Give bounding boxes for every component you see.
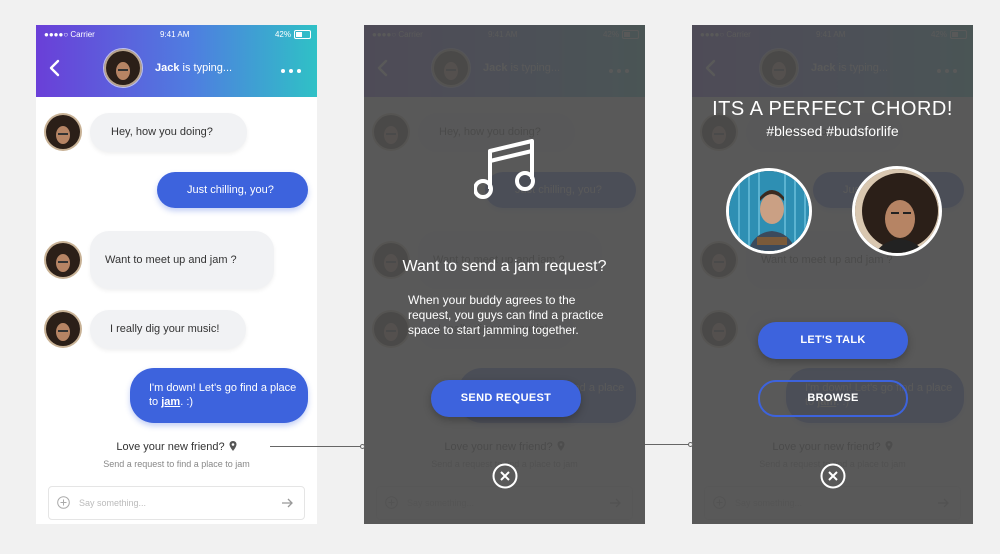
love-prompt-title: Love your new friend? bbox=[116, 441, 225, 453]
contact-status: Jack is typing... bbox=[155, 62, 232, 74]
back-icon[interactable] bbox=[46, 58, 64, 78]
send-arrow-icon[interactable] bbox=[281, 497, 294, 509]
avatar bbox=[44, 113, 82, 151]
carrier-label: ●●●●○ Carrier bbox=[44, 30, 95, 39]
message-text: Want to meet up and jam ? bbox=[105, 254, 237, 266]
close-circle-icon[interactable] bbox=[492, 463, 518, 489]
message-bubble-outgoing: Just chilling, you? bbox=[157, 172, 308, 208]
chat-header: ●●●●○ Carrier 9:41 AM 42% Jack is typing… bbox=[36, 25, 317, 97]
send-request-button[interactable]: SEND REQUEST bbox=[431, 380, 581, 417]
lets-talk-button[interactable]: LET'S TALK bbox=[758, 322, 908, 359]
message-text: Hey, how you doing? bbox=[111, 126, 213, 138]
modal-title: Want to send a jam request? bbox=[402, 258, 607, 275]
typing-indicator: is typing... bbox=[179, 62, 233, 74]
match-overlay: ITS A PERFECT CHORD! #blessed #budsforli… bbox=[692, 25, 973, 524]
love-prompt[interactable]: Love your new friend? bbox=[36, 441, 317, 453]
message-bubble-outgoing: I'm down! Let's go find a place to jam. … bbox=[130, 368, 308, 423]
contact-name: Jack bbox=[155, 62, 180, 74]
avatar bbox=[44, 310, 82, 348]
more-icon[interactable] bbox=[281, 69, 301, 73]
message-bubble-incoming: Want to meet up and jam ? bbox=[90, 231, 274, 289]
battery-icon bbox=[294, 30, 311, 39]
music-note-icon bbox=[474, 139, 535, 199]
avatar bbox=[852, 166, 942, 256]
message-text: I really dig your music! bbox=[110, 323, 220, 335]
avatar[interactable] bbox=[103, 48, 143, 88]
modal-body: When your buddy agrees to the request, y… bbox=[408, 293, 604, 337]
connector-dot bbox=[688, 442, 693, 447]
message-text-tail: . :) bbox=[180, 396, 194, 408]
avatar bbox=[726, 168, 812, 254]
message-input[interactable]: Say something... bbox=[48, 486, 305, 520]
message-text: Just chilling, you? bbox=[187, 184, 274, 196]
battery-percent: 42% bbox=[274, 30, 291, 39]
jam-request-screen: ●●●●○ Carrier 9:41 AM 42% Jack is typing… bbox=[364, 25, 645, 524]
location-pin-icon bbox=[229, 441, 237, 451]
match-title: ITS A PERFECT CHORD! bbox=[712, 98, 953, 120]
message-input-placeholder: Say something... bbox=[79, 498, 147, 508]
clock: 9:41 AM bbox=[160, 30, 190, 39]
match-screen: ●●●●○ Carrier 9:41 AM 42% Jack is typing… bbox=[692, 25, 973, 524]
flow-connector bbox=[645, 444, 692, 445]
love-prompt-hint: Send a request to find a place to jam bbox=[103, 459, 250, 469]
browse-button[interactable]: BROWSE bbox=[758, 380, 908, 417]
close-circle-icon[interactable] bbox=[820, 463, 846, 489]
plus-circle-icon[interactable] bbox=[57, 496, 70, 509]
flow-connector bbox=[270, 446, 362, 447]
avatar bbox=[44, 241, 82, 279]
message-bubble-incoming: Hey, how you doing? bbox=[90, 113, 247, 152]
chat-screen: ●●●●○ Carrier 9:41 AM 42% Jack is typing… bbox=[36, 25, 317, 524]
match-tags: #blessed #budsforlife bbox=[766, 123, 899, 139]
jam-link[interactable]: jam bbox=[161, 396, 180, 408]
message-bubble-incoming: I really dig your music! bbox=[90, 310, 246, 349]
status-bar: ●●●●○ Carrier 9:41 AM 42% bbox=[36, 25, 317, 43]
connector-dot bbox=[360, 444, 365, 449]
modal-overlay: Want to send a jam request? When your bu… bbox=[364, 25, 645, 524]
